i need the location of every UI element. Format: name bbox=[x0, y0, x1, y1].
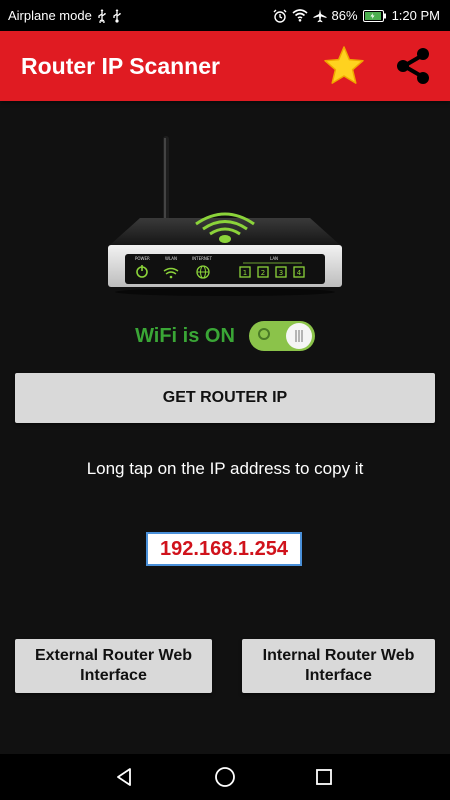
lan-port-4: 4 bbox=[297, 269, 302, 277]
panel-label-wlan: WLAN bbox=[165, 256, 177, 261]
alarm-icon bbox=[273, 9, 287, 23]
battery-charging-icon bbox=[362, 9, 387, 22]
wifi-toggle[interactable] bbox=[248, 321, 315, 351]
toggle-knob bbox=[285, 323, 312, 349]
app-title: Router IP Scanner bbox=[21, 53, 220, 79]
home-icon bbox=[215, 767, 235, 787]
toggle-ring-icon bbox=[257, 328, 270, 340]
usb-icon bbox=[112, 8, 122, 23]
wifi-status-row: WiFi is ON bbox=[0, 316, 450, 356]
get-router-ip-button[interactable]: GET ROUTER IP bbox=[15, 373, 435, 423]
clock-time: 1:20 PM bbox=[391, 8, 440, 23]
usb-icon bbox=[97, 8, 107, 23]
wifi-status-label: WiFi is ON bbox=[135, 324, 235, 347]
airplane-mode-text: Airplane mode bbox=[8, 8, 92, 23]
router-image: POWER WLAN INTERNET LAN 1 2 3 4 bbox=[108, 136, 342, 296]
home-button[interactable] bbox=[201, 754, 249, 800]
wifi-icon bbox=[292, 9, 308, 22]
status-bar: Airplane mode 86% 1:20 PM bbox=[0, 0, 450, 31]
share-button[interactable] bbox=[389, 42, 437, 90]
recent-apps-button[interactable] bbox=[300, 754, 348, 800]
status-right: 86% 1:20 PM bbox=[273, 0, 440, 31]
back-button[interactable] bbox=[101, 754, 149, 800]
lan-port-3: 3 bbox=[279, 269, 283, 277]
external-router-web-interface-button[interactable]: External Router Web Interface bbox=[15, 639, 212, 693]
panel-label-lan: LAN bbox=[270, 256, 278, 261]
navigation-bar bbox=[0, 754, 450, 800]
copy-hint-text: Long tap on the IP address to copy it bbox=[86, 459, 364, 478]
app-bar: Router IP Scanner bbox=[0, 31, 450, 101]
panel-label-internet: INTERNET bbox=[192, 256, 212, 261]
ip-address-field[interactable]: 192.168.1.254 bbox=[146, 532, 302, 566]
lan-port-1: 1 bbox=[243, 269, 247, 277]
rate-button[interactable] bbox=[320, 42, 368, 90]
recent-apps-icon bbox=[316, 769, 332, 785]
status-left: Airplane mode bbox=[8, 0, 122, 31]
internal-router-web-interface-button[interactable]: Internal Router Web Interface bbox=[242, 639, 435, 693]
share-icon bbox=[397, 48, 429, 84]
airplane-icon bbox=[313, 9, 327, 23]
star-icon bbox=[324, 46, 364, 84]
battery-percent: 86% bbox=[331, 8, 358, 23]
lan-port-2: 2 bbox=[261, 269, 265, 277]
back-icon bbox=[117, 768, 131, 786]
panel-label-power: POWER bbox=[135, 256, 150, 261]
